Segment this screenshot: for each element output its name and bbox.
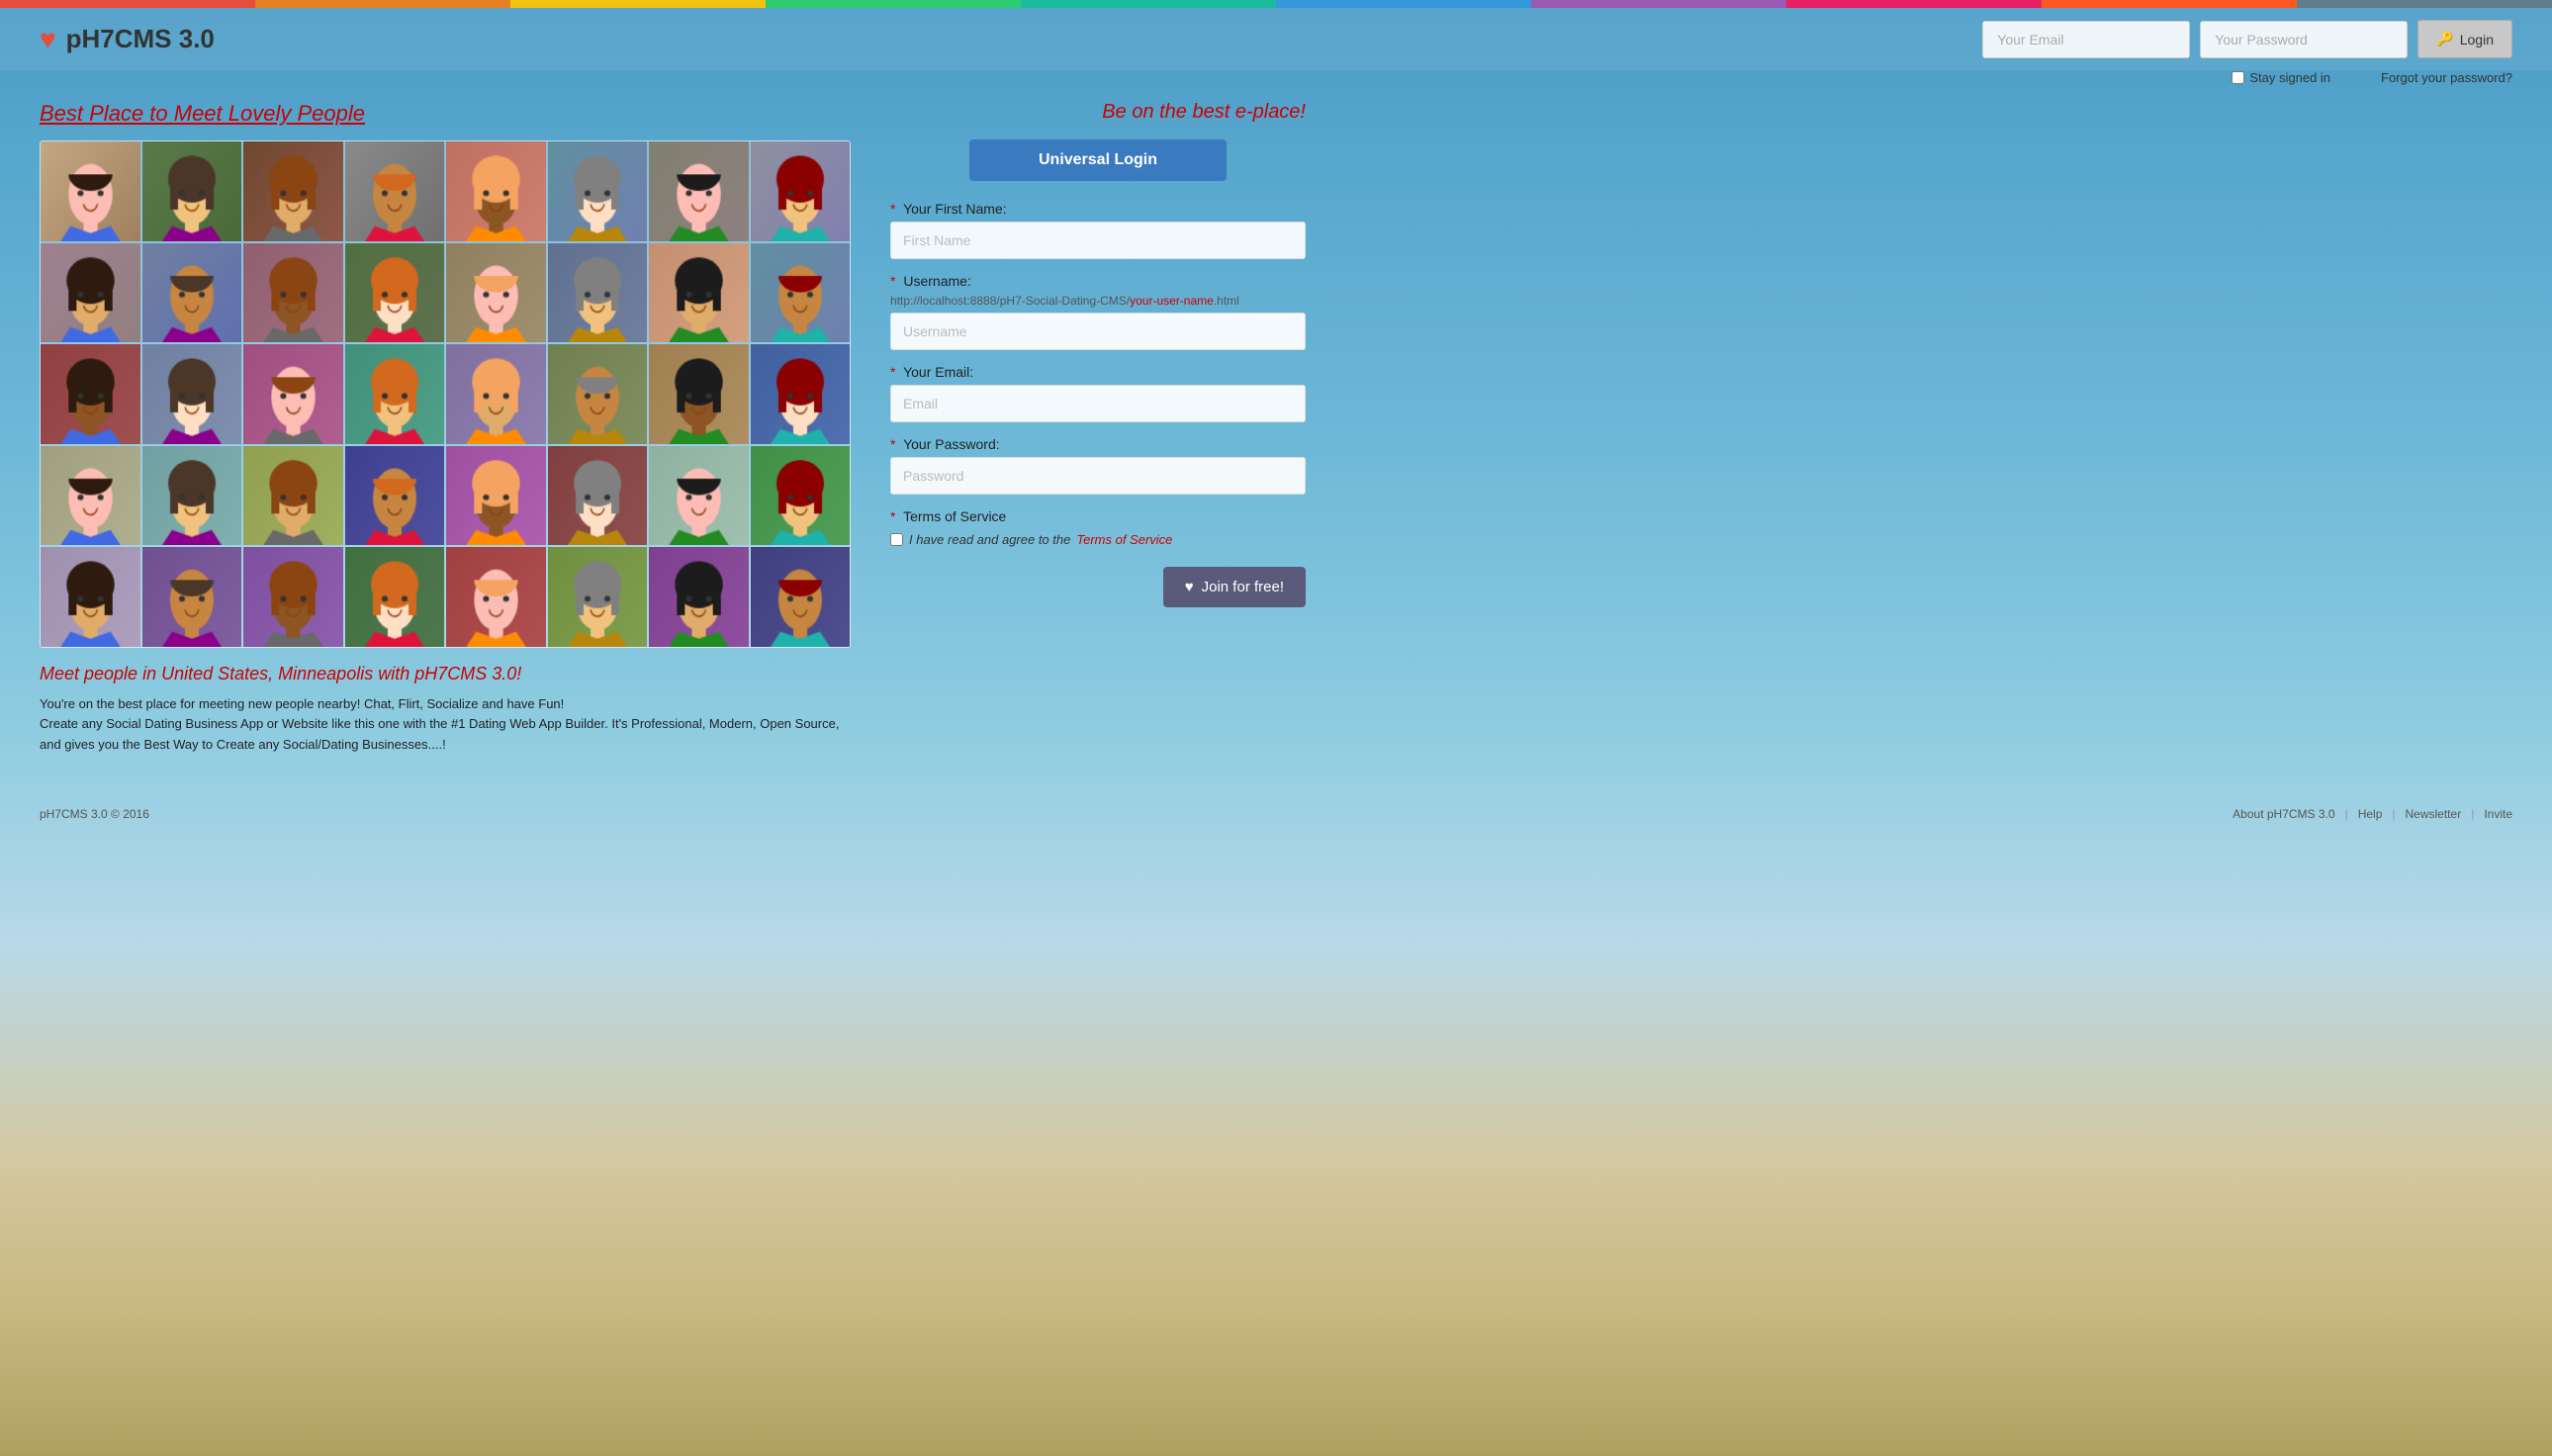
description: You're on the best place for meeting new… — [40, 694, 851, 756]
photo-cell[interactable] — [41, 446, 140, 546]
photo-cell[interactable] — [649, 141, 749, 241]
be-best-link[interactable]: Be on the best e-place! — [890, 101, 1306, 124]
footer-about-link[interactable]: About pH7CMS 3.0 — [2233, 807, 2334, 821]
photo-cell[interactable] — [243, 547, 343, 647]
email-group: * Your Email: — [890, 364, 1306, 422]
photo-cell[interactable] — [142, 547, 242, 647]
login-area: 🔑 Login — [1982, 20, 2512, 58]
header-bottom-row: Stay signed in Forgot your password? — [0, 70, 2552, 91]
photo-cell[interactable] — [751, 141, 851, 241]
tos-check-row: I have read and agree to the Terms of Se… — [890, 532, 1306, 547]
photo-cell[interactable] — [243, 344, 343, 444]
email-input[interactable] — [1982, 21, 2190, 58]
username-input[interactable] — [890, 313, 1306, 350]
stay-signed-checkbox[interactable] — [2232, 71, 2244, 84]
photo-cell[interactable] — [142, 141, 242, 241]
first-name-label: * Your First Name: — [890, 201, 1306, 217]
header: ♥ pH7CMS 3.0 🔑 Login — [0, 8, 2552, 70]
photo-cell[interactable] — [649, 243, 749, 343]
tos-label: * Terms of Service — [890, 508, 1306, 524]
separator-2: | — [2392, 807, 2395, 821]
photo-cell[interactable] — [345, 547, 445, 647]
join-heart-icon: ♥ — [1185, 579, 1194, 595]
photo-cell[interactable] — [142, 243, 242, 343]
photo-cell[interactable] — [751, 446, 851, 546]
separator-1: | — [2345, 807, 2348, 821]
password-label: * Your Password: — [890, 436, 1306, 452]
photo-cell[interactable] — [649, 547, 749, 647]
photo-cell[interactable] — [649, 344, 749, 444]
username-group: * Username: http://localhost:8888/pH7-So… — [890, 273, 1306, 350]
photo-cell[interactable] — [446, 344, 546, 444]
photo-grid — [40, 140, 851, 648]
forgot-password-link[interactable]: Forgot your password? — [2381, 70, 2512, 85]
photo-cell[interactable] — [446, 446, 546, 546]
rainbow-bar — [0, 0, 2552, 8]
photo-cell[interactable] — [243, 141, 343, 241]
footer-newsletter-link[interactable]: Newsletter — [2406, 807, 2462, 821]
photo-cell[interactable] — [446, 141, 546, 241]
separator-3: | — [2471, 807, 2474, 821]
footer-links: About pH7CMS 3.0 | Help | Newsletter | I… — [2233, 807, 2512, 821]
photo-cell[interactable] — [751, 344, 851, 444]
tos-required: * — [890, 508, 895, 524]
photo-cell[interactable] — [446, 547, 546, 647]
tos-checkbox[interactable] — [890, 533, 903, 546]
photo-cell[interactable] — [345, 446, 445, 546]
photo-cell[interactable] — [142, 446, 242, 546]
meet-title: Meet people in United States, Minneapoli… — [40, 664, 851, 684]
universal-login-button[interactable]: Universal Login — [969, 139, 1227, 181]
photo-cell[interactable] — [142, 344, 242, 444]
password-group: * Your Password: — [890, 436, 1306, 495]
signup-password-input[interactable] — [890, 457, 1306, 495]
email-label: * Your Email: — [890, 364, 1306, 380]
url-hint: http://localhost:8888/pH7-Social-Dating-… — [890, 294, 1306, 308]
photo-cell[interactable] — [548, 243, 648, 343]
tos-section: * Terms of Service I have read and agree… — [890, 508, 1306, 547]
password-input[interactable] — [2200, 21, 2408, 58]
photo-cell[interactable] — [345, 141, 445, 241]
photo-cell[interactable] — [548, 446, 648, 546]
footer: pH7CMS 3.0 © 2016 About pH7CMS 3.0 | Hel… — [0, 795, 2552, 833]
photo-cell[interactable] — [751, 547, 851, 647]
footer-invite-link[interactable]: Invite — [2484, 807, 2512, 821]
username-label: * Username: — [890, 273, 1306, 289]
first-name-group: * Your First Name: — [890, 201, 1306, 259]
photo-cell[interactable] — [41, 243, 140, 343]
main-content: Best Place to Meet Lovely People Meet pe… — [0, 91, 2552, 775]
photo-cell[interactable] — [649, 446, 749, 546]
logo-text: pH7CMS 3.0 — [66, 24, 215, 54]
stay-signed-label[interactable]: Stay signed in — [2232, 70, 2330, 85]
url-variable-link[interactable]: your-user-name — [1130, 294, 1214, 308]
photo-cell[interactable] — [41, 547, 140, 647]
photo-cell[interactable] — [446, 243, 546, 343]
email-required: * — [890, 364, 895, 380]
username-required: * — [890, 273, 895, 289]
photo-cell[interactable] — [345, 344, 445, 444]
photo-cell[interactable] — [243, 446, 343, 546]
join-button[interactable]: ♥ Join for free! — [1163, 567, 1306, 607]
left-panel: Best Place to Meet Lovely People Meet pe… — [40, 101, 851, 756]
key-icon: 🔑 — [2436, 31, 2453, 47]
login-button[interactable]: 🔑 Login — [2417, 20, 2512, 58]
photo-cell[interactable] — [41, 344, 140, 444]
password-required: * — [890, 436, 895, 452]
first-name-required: * — [890, 201, 895, 217]
photo-cell[interactable] — [751, 243, 851, 343]
photo-cell[interactable] — [548, 141, 648, 241]
photo-cell[interactable] — [243, 243, 343, 343]
footer-help-link[interactable]: Help — [2358, 807, 2383, 821]
first-name-input[interactable] — [890, 222, 1306, 259]
logo-area: ♥ pH7CMS 3.0 — [40, 24, 215, 55]
logo-heart-icon: ♥ — [40, 24, 56, 55]
right-panel: Be on the best e-place! Universal Login … — [890, 101, 1306, 756]
signup-email-input[interactable] — [890, 385, 1306, 422]
photo-cell[interactable] — [345, 243, 445, 343]
photo-cell[interactable] — [41, 141, 140, 241]
tos-link[interactable]: Terms of Service — [1076, 532, 1172, 547]
tagline-link[interactable]: Best Place to Meet Lovely People — [40, 101, 851, 127]
photo-cell[interactable] — [548, 547, 648, 647]
photo-cell[interactable] — [548, 344, 648, 444]
footer-copyright: pH7CMS 3.0 © 2016 — [40, 807, 149, 821]
